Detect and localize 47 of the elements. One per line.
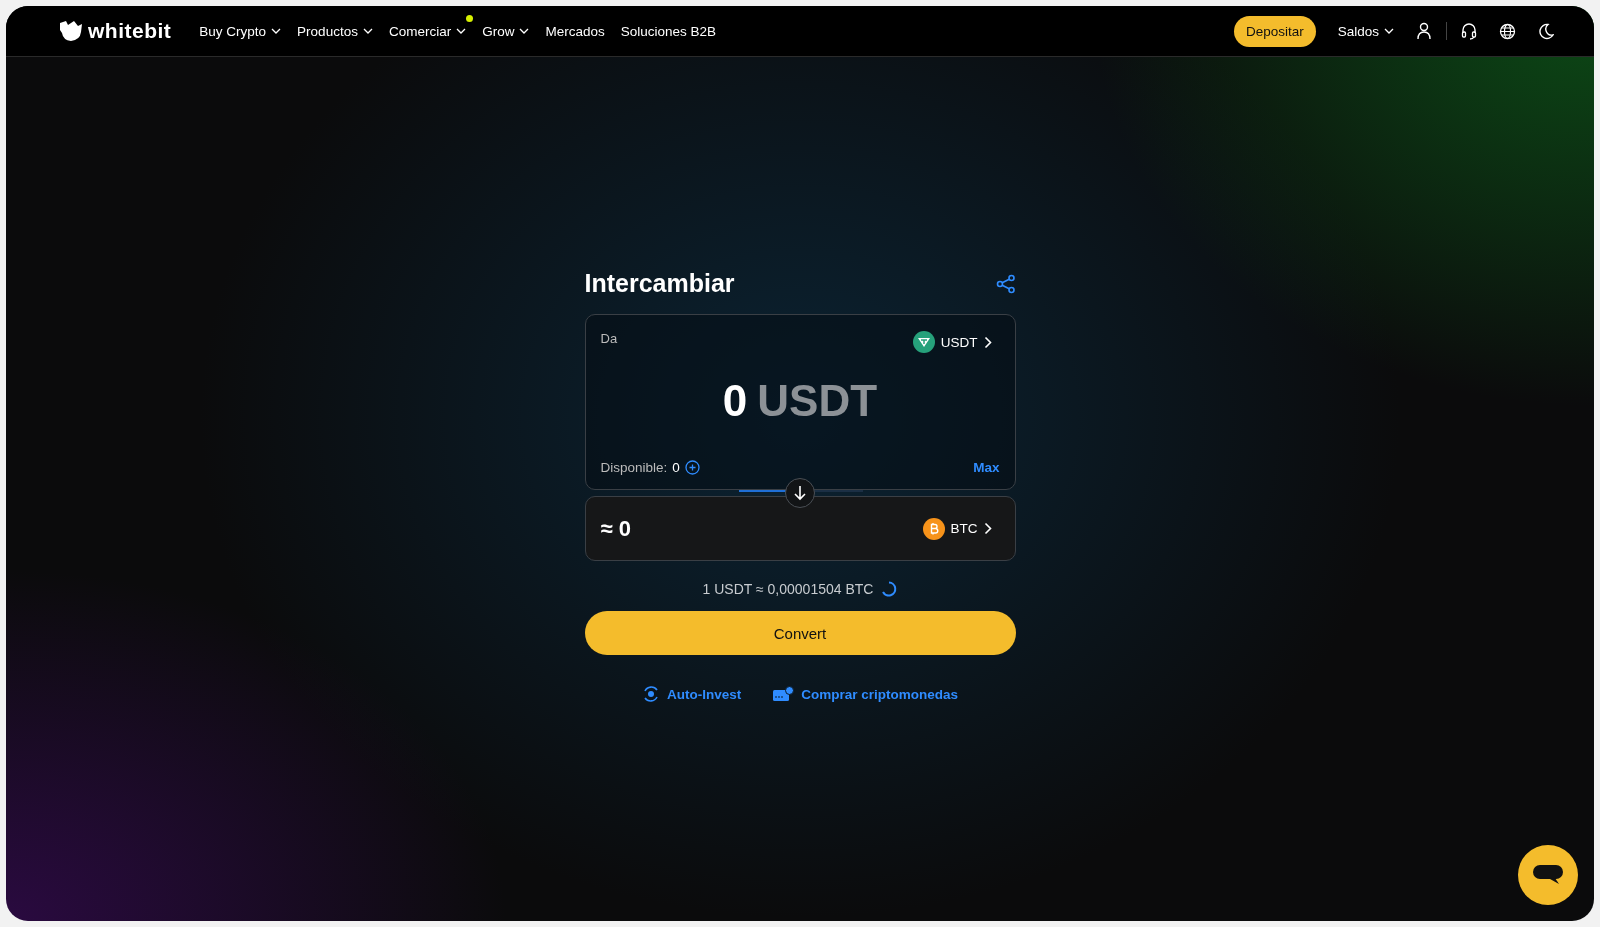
currency-selector[interactable]: BTC	[922, 517, 1000, 540]
tether-icon	[912, 331, 935, 353]
amount-value[interactable]: 0	[722, 375, 748, 426]
chat-button[interactable]	[1518, 845, 1578, 905]
swap-direction-button[interactable]	[785, 478, 815, 508]
nav-link[interactable]: Mercados	[545, 13, 612, 49]
arrow-down-icon	[793, 485, 807, 501]
chevron-down-icon	[271, 28, 282, 34]
chevron-down-icon	[1384, 28, 1394, 34]
amount-currency: USDT	[757, 375, 878, 426]
chevron-right-icon	[983, 335, 992, 349]
deposit-button[interactable]: Depositar	[1233, 15, 1316, 47]
available-label: Disponible:	[600, 460, 668, 475]
headset-icon[interactable]	[1461, 22, 1477, 40]
logo-wordmark[interactable]: whitebit	[88, 19, 172, 43]
notification-dot	[466, 14, 474, 22]
user-icon[interactable]	[1416, 22, 1432, 40]
amount-value: ≈ 0	[600, 515, 631, 542]
convert-button[interactable]: Convert	[584, 611, 1016, 655]
feature-link[interactable]: Comprar criptomonedas	[773, 685, 958, 703]
chat-bubble-icon	[1533, 865, 1563, 885]
available-value: 0	[672, 460, 680, 475]
globe-icon[interactable]	[1499, 22, 1516, 40]
nav-link[interactable]: Comerciar	[388, 13, 474, 49]
moon-icon[interactable]	[1538, 22, 1554, 40]
logo-icon	[58, 20, 84, 42]
chevron-right-icon	[983, 522, 992, 535]
balances-dropdown[interactable]: Saldos	[1337, 23, 1394, 39]
plus-circle-icon[interactable]	[684, 460, 700, 475]
nav-link[interactable]: Soluciones B2B	[620, 13, 724, 49]
bitcoin-icon	[922, 517, 945, 540]
nav-link[interactable]: Buy Crypto	[199, 13, 289, 49]
nav-link[interactable]: Productos	[297, 13, 380, 49]
loading-spinner-icon	[881, 581, 898, 597]
exchange-rate: 1 USDT ≈ 0,00001504 BTC	[702, 581, 874, 597]
card-icon	[773, 686, 795, 702]
chevron-down-icon	[519, 28, 530, 34]
feature-link[interactable]: Auto-Invest	[642, 685, 742, 703]
chevron-down-icon	[456, 28, 467, 34]
share-icon[interactable]	[995, 273, 1016, 294]
field-label: Da	[600, 331, 618, 346]
chevron-down-icon	[362, 28, 373, 34]
cycle-icon	[642, 685, 660, 703]
nav-link[interactable]: Grow	[482, 13, 537, 49]
page-title: Intercambiar	[584, 269, 735, 298]
currency-selector[interactable]: USDT	[912, 331, 1000, 353]
max-link[interactable]: Max	[973, 460, 1000, 475]
